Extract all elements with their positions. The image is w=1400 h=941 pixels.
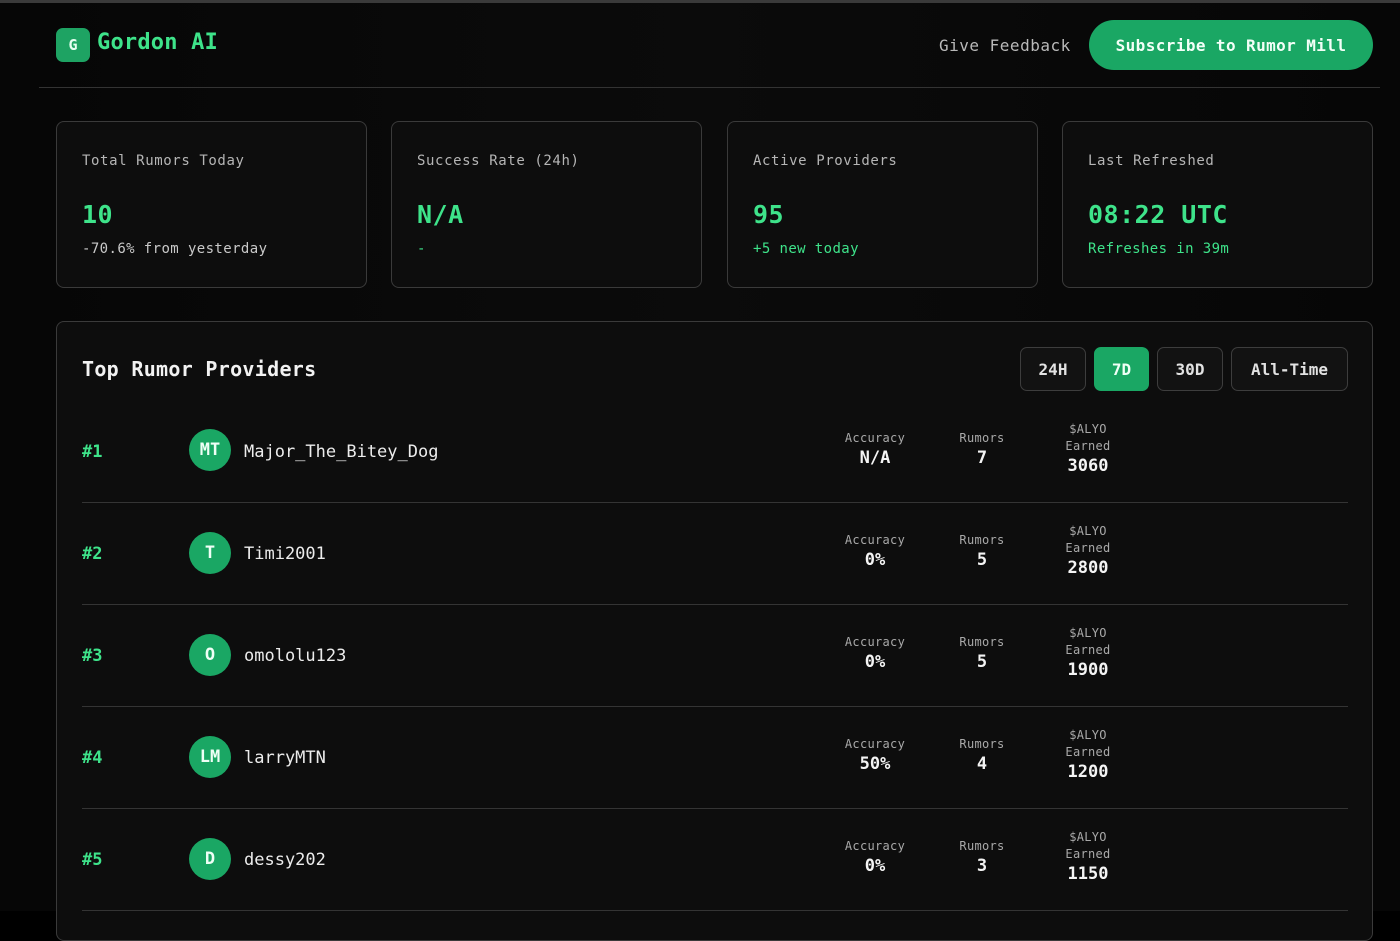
accuracy-metric: Accuracy 0% [830, 838, 920, 877]
rumors-metric: Rumors 5 [942, 634, 1022, 673]
accuracy-value: 0% [864, 550, 886, 570]
metric-label: $ALYO [1069, 728, 1107, 742]
metric-label: Earned [1065, 541, 1111, 555]
stat-label: Last Refreshed [1088, 153, 1215, 169]
accuracy-metric: Accuracy 50% [830, 736, 920, 775]
provider-row[interactable]: #2 T Timi2001 Accuracy 0% Rumors 5 $ALYO… [82, 503, 1348, 605]
panel-title: Top Rumor Providers [82, 357, 317, 381]
accuracy-value: N/A [859, 448, 891, 468]
earned-metric: $ALYO Earned 2800 [1048, 523, 1128, 579]
filter-30d-button[interactable]: 30D [1157, 347, 1223, 391]
filter-24h-button[interactable]: 24H [1020, 347, 1086, 391]
site-header: G Gordon AI Give Feedback Subscribe to R… [39, 3, 1380, 88]
metric-label: Accuracy [844, 431, 906, 445]
earned-metric: $ALYO Earned 1900 [1048, 625, 1128, 681]
avatar: D [189, 838, 231, 880]
metric-label: Rumors [959, 533, 1005, 547]
metric-label: Earned [1065, 745, 1111, 759]
provider-name[interactable]: omololu123 [244, 605, 346, 706]
rumors-value: 5 [976, 652, 988, 672]
stat-subtext: +5 new today [753, 241, 859, 257]
stat-value: 08:22 UTC [1088, 200, 1228, 229]
metric-label: Earned [1065, 643, 1111, 657]
accuracy-metric: Accuracy 0% [830, 634, 920, 673]
top-providers-panel: Top Rumor Providers 24H 7D 30D All-Time … [56, 321, 1373, 941]
rumors-value: 5 [976, 550, 988, 570]
rank: #2 [82, 543, 103, 564]
rumors-metric: Rumors 5 [942, 532, 1022, 571]
subscribe-button[interactable]: Subscribe to Rumor Mill [1089, 20, 1373, 70]
metric-label: Accuracy [844, 737, 906, 751]
stat-value: 10 [82, 200, 114, 229]
avatar: O [189, 634, 231, 676]
metric-label: Rumors [959, 431, 1005, 445]
stat-label: Total Rumors Today [82, 153, 245, 169]
earned-value: 1150 [1067, 864, 1109, 884]
metric-label: Rumors [959, 737, 1005, 751]
provider-row[interactable]: #4 LM larryMTN Accuracy 50% Rumors 4 $AL… [82, 707, 1348, 809]
provider-name[interactable]: Timi2001 [244, 503, 326, 604]
stat-subtext: -70.6% from yesterday [82, 241, 268, 257]
provider-row[interactable]: #1 MT Major_The_Bitey_Dog Accuracy N/A R… [82, 401, 1348, 503]
rumors-value: 7 [976, 448, 988, 468]
metric-label: Rumors [959, 839, 1005, 853]
accuracy-metric: Accuracy N/A [830, 430, 920, 469]
provider-row[interactable]: #3 O omololu123 Accuracy 0% Rumors 5 $AL… [82, 605, 1348, 707]
avatar: MT [189, 429, 231, 471]
earned-value: 1900 [1067, 660, 1109, 680]
metric-label: $ALYO [1069, 422, 1107, 436]
rank: #5 [82, 849, 103, 870]
provider-row[interactable]: #5 D dessy202 Accuracy 0% Rumors 3 $ALYO… [82, 809, 1348, 911]
accuracy-value: 0% [864, 856, 886, 876]
earned-metric: $ALYO Earned 1200 [1048, 727, 1128, 783]
give-feedback-link[interactable]: Give Feedback [939, 36, 1071, 55]
accuracy-value: 50% [859, 754, 891, 774]
logo-icon[interactable]: G [56, 28, 90, 62]
earned-metric: $ALYO Earned 1150 [1048, 829, 1128, 885]
avatar: T [189, 532, 231, 574]
metric-label: Earned [1065, 847, 1111, 861]
stat-value: 95 [753, 200, 785, 229]
earned-value: 1200 [1067, 762, 1109, 782]
avatar: LM [189, 736, 231, 778]
metric-label: $ALYO [1069, 626, 1107, 640]
stat-subtext: Refreshes in 39m [1088, 241, 1230, 257]
stat-value: N/A [417, 200, 464, 229]
metric-label: Accuracy [844, 839, 906, 853]
metric-label: $ALYO [1069, 830, 1107, 844]
rumors-metric: Rumors 3 [942, 838, 1022, 877]
rumors-value: 3 [976, 856, 988, 876]
stat-card-total-rumors: Total Rumors Today 10 -70.6% from yester… [56, 121, 367, 288]
metric-label: Earned [1065, 439, 1111, 453]
metric-label: $ALYO [1069, 524, 1107, 538]
accuracy-value: 0% [864, 652, 886, 672]
metric-label: Rumors [959, 635, 1005, 649]
provider-name[interactable]: Major_The_Bitey_Dog [244, 401, 438, 502]
stat-label: Success Rate (24h) [417, 153, 580, 169]
metric-label: Accuracy [844, 635, 906, 649]
earned-metric: $ALYO Earned 3060 [1048, 421, 1128, 477]
rank: #1 [82, 441, 103, 462]
provider-name[interactable]: larryMTN [244, 707, 326, 808]
filter-all-time-button[interactable]: All-Time [1231, 347, 1348, 391]
stat-label: Active Providers [753, 153, 898, 169]
stat-card-active-providers: Active Providers 95 +5 new today [727, 121, 1038, 288]
rank: #3 [82, 645, 103, 666]
stat-subtext: - [417, 241, 426, 257]
stat-card-success-rate: Success Rate (24h) N/A - [391, 121, 702, 288]
metric-label: Accuracy [844, 533, 906, 547]
earned-value: 2800 [1067, 558, 1109, 578]
accuracy-metric: Accuracy 0% [830, 532, 920, 571]
rumors-value: 4 [976, 754, 988, 774]
rank: #4 [82, 747, 103, 768]
stat-card-last-refreshed: Last Refreshed 08:22 UTC Refreshes in 39… [1062, 121, 1373, 288]
rumors-metric: Rumors 4 [942, 736, 1022, 775]
provider-name[interactable]: dessy202 [244, 809, 326, 910]
filter-7d-button[interactable]: 7D [1094, 347, 1149, 391]
earned-value: 3060 [1067, 456, 1109, 476]
brand-name[interactable]: Gordon AI [97, 30, 218, 55]
rumors-metric: Rumors 7 [942, 430, 1022, 469]
